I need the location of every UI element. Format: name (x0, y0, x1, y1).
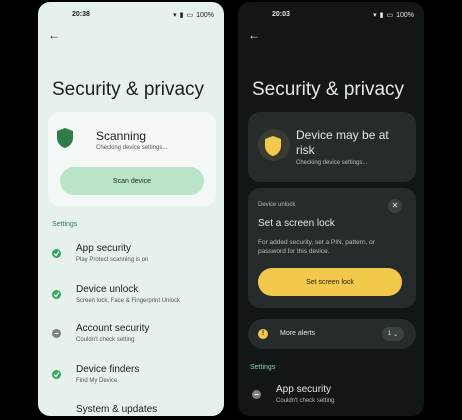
dark-phone: 20:03 ▾ ▮ ▭ 100% ← Security & privacy De… (238, 2, 424, 416)
item-title: Device finders (76, 364, 140, 375)
battery-level: 100% (196, 11, 214, 19)
item-subtitle: Screen lock, Face & Fingerprint Unlock (76, 298, 181, 304)
settings-section-label: Settings (250, 364, 276, 371)
item-subtitle: Couldn't check setting (76, 337, 135, 343)
shield-check-icon (56, 127, 74, 149)
light-phone: 20:38 ▾ ▮ ▭ 100% ← Security & privacy Sc… (38, 2, 224, 416)
alerts-count-chip[interactable]: 1 ⌄ (382, 327, 404, 341)
check-icon (52, 370, 61, 379)
item-title: App security (76, 243, 132, 254)
item-title: Device unlock (76, 284, 139, 295)
settings-item-device-finders[interactable]: Device finders Find My Device (50, 364, 220, 396)
status-time: 20:03 (272, 11, 290, 18)
status-bar: 20:03 ▾ ▮ ▭ 100% (238, 10, 424, 22)
status-card-title: Scanning (96, 129, 147, 143)
item-title: Account security (76, 323, 150, 334)
back-arrow-icon[interactable]: ← (248, 28, 260, 42)
check-icon (52, 249, 61, 258)
alerts-count: 1 (387, 331, 392, 337)
battery-icon: ▭ (186, 12, 194, 19)
back-arrow-icon[interactable]: ← (48, 28, 60, 42)
settings-section-label: Settings (52, 221, 78, 228)
alert-icon: ! (258, 329, 268, 339)
settings-item-app-security[interactable]: App security Couldn't check setting (250, 384, 420, 416)
item-subtitle: Play Protect scanning is on (76, 257, 149, 263)
card-category: Device unlock (258, 202, 296, 208)
card-title: Set a screen lock (258, 218, 335, 229)
settings-item-app-security[interactable]: App security Play Protect scanning is on (50, 243, 220, 275)
close-icon[interactable]: ✕ (388, 199, 402, 213)
signal-icon: ▮ (379, 12, 384, 19)
chevron-down-icon: ⌄ (393, 331, 399, 338)
scan-device-button[interactable]: Scan device (60, 167, 204, 195)
minus-icon (252, 390, 261, 399)
settings-item-device-unlock[interactable]: Device unlock Screen lock, Face & Finger… (50, 284, 220, 316)
wifi-icon: ▾ (173, 12, 177, 19)
set-screen-lock-button[interactable]: Set screen lock (258, 268, 402, 296)
status-card-subtitle: Checking device settings... (96, 145, 168, 151)
check-icon (52, 290, 61, 299)
signal-icon: ▮ (179, 12, 184, 19)
battery-level: 100% (396, 11, 414, 19)
status-card-subtitle: Checking device settings... (296, 160, 368, 166)
battery-icon: ▭ (386, 12, 394, 19)
item-subtitle: Couldn't check setting (276, 398, 335, 404)
item-subtitle: Find My Device (76, 378, 118, 384)
settings-item-account-security[interactable]: Account security Couldn't check setting (50, 323, 220, 355)
more-alerts-label: More alerts (280, 330, 316, 337)
settings-item-system-updates[interactable]: System & updates (50, 404, 220, 416)
item-title: System & updates (76, 404, 158, 415)
status-time: 20:38 (72, 11, 90, 18)
more-alerts-row[interactable]: ! More alerts 1 ⌄ (248, 319, 416, 349)
card-body: For added security, set a PIN, pattern, … (258, 239, 375, 255)
page-title: Security & privacy (252, 79, 405, 100)
status-card-title: Device may be at risk (296, 128, 389, 157)
item-title: App security (276, 384, 332, 395)
page-title: Security & privacy (52, 79, 205, 100)
wifi-icon: ▾ (373, 12, 377, 19)
minus-icon (52, 329, 61, 338)
status-bar: 20:38 ▾ ▮ ▭ 100% (38, 10, 224, 22)
shield-warning-icon (264, 135, 282, 157)
